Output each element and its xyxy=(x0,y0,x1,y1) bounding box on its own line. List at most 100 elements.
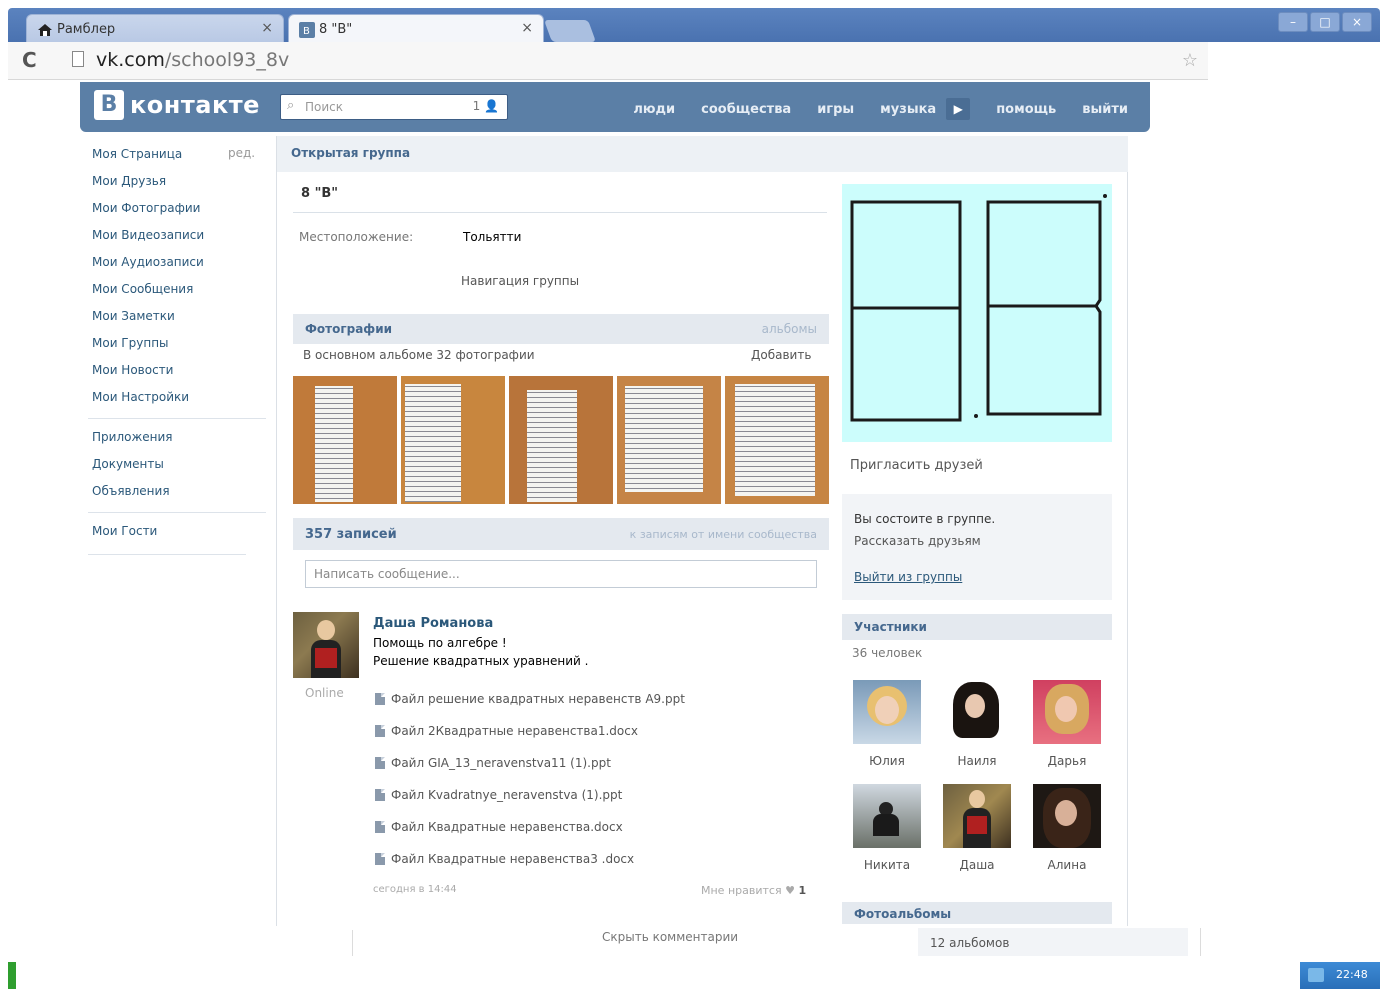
close-window-button[interactable]: × xyxy=(1342,12,1372,32)
member-card[interactable]: Наиля xyxy=(942,680,1012,768)
member-card[interactable]: Юлия xyxy=(852,680,922,768)
tab-label: 8 "В" xyxy=(319,22,353,37)
member-avatar xyxy=(853,680,921,744)
member-card[interactable]: Алина xyxy=(1032,784,1102,872)
url-input[interactable]: vk.com/school93_8v xyxy=(96,49,289,71)
menu-groups[interactable]: Мои Группы xyxy=(92,335,272,362)
photo-content xyxy=(315,386,353,502)
new-tab-button[interactable] xyxy=(543,20,597,42)
group-type-header: Открытая группа xyxy=(277,136,1128,172)
add-photo-link[interactable]: Добавить xyxy=(751,348,811,362)
tell-friends-link[interactable]: Рассказать друзьям xyxy=(854,534,981,548)
network-icon[interactable] xyxy=(1308,968,1324,982)
nav-help[interactable]: помощь xyxy=(996,102,1056,117)
member-card[interactable]: Дарья xyxy=(1032,680,1102,768)
top-nav: люди сообщества игры музыка ▶ помощь вый… xyxy=(633,98,1128,120)
reload-icon[interactable]: C xyxy=(22,48,37,72)
edit-link[interactable]: ред. xyxy=(228,146,255,160)
photo-thumbnail[interactable] xyxy=(509,376,613,504)
play-icon[interactable]: ▶ xyxy=(946,98,971,120)
url-host: vk.com xyxy=(96,49,165,71)
albums-count: 12 альбомов xyxy=(930,936,1010,950)
photo-thumbnail[interactable] xyxy=(401,376,505,504)
post-date[interactable]: сегодня в 14:44 xyxy=(373,884,457,895)
photo-thumbnail[interactable] xyxy=(617,376,721,504)
menu-apps[interactable]: Приложения xyxy=(92,429,272,456)
community-posts-link[interactable]: к записям от имени сообщества xyxy=(630,528,817,541)
posts-count[interactable]: 357 записей xyxy=(305,527,397,542)
member-avatar xyxy=(943,680,1011,744)
tab-group[interactable]: B 8 "В" × xyxy=(288,14,544,44)
menu-videos[interactable]: Мои Видеозаписи xyxy=(92,227,272,254)
file-attachment[interactable]: Файл 2Квадратные неравенства1.docx xyxy=(375,724,638,738)
group-navigation-link[interactable]: Навигация группы xyxy=(461,274,579,288)
photo-content xyxy=(735,384,815,496)
tab-rambler[interactable]: Рамблер × xyxy=(26,14,284,44)
invite-friends-link[interactable]: Пригласить друзей xyxy=(850,458,983,473)
file-icon xyxy=(375,789,385,801)
file-attachment[interactable]: Файл Kvadratnye_neravenstva (1).ppt xyxy=(375,788,622,802)
member-card[interactable]: Никита xyxy=(852,784,922,872)
browser-titlebar: Рамблер × B 8 "В" × – □ × xyxy=(8,8,1380,44)
nav-games[interactable]: игры xyxy=(817,102,854,117)
address-bar: C vk.com/school93_8v ☆ xyxy=(8,42,1208,80)
file-attachment[interactable]: Файл Квадратные неравенства.docx xyxy=(375,820,623,834)
nav-communities[interactable]: сообщества xyxy=(701,102,791,117)
file-attachment[interactable]: Файл GIA_13_neravenstva11 (1).ppt xyxy=(375,756,611,770)
group-name: 8 "В" xyxy=(301,186,339,201)
bookmark-star-icon[interactable]: ☆ xyxy=(1182,50,1198,71)
clock: 22:48 xyxy=(1336,968,1368,981)
menu-settings[interactable]: Мои Настройки xyxy=(92,389,272,416)
albums-link[interactable]: альбомы xyxy=(762,322,817,336)
photos-header[interactable]: Фотографии альбомы xyxy=(293,314,829,344)
minimize-button[interactable]: – xyxy=(1278,12,1308,32)
divider xyxy=(293,212,827,213)
compose-input[interactable]: Написать сообщение... xyxy=(305,560,817,588)
start-button[interactable] xyxy=(8,962,16,989)
menu-guests[interactable]: Мои Гости xyxy=(92,523,272,550)
participants-header[interactable]: Участники xyxy=(842,614,1112,640)
group-cover-image[interactable] xyxy=(842,184,1112,442)
member-name: Алина xyxy=(1047,858,1087,872)
menu-documents[interactable]: Документы xyxy=(92,456,272,483)
author-avatar[interactable] xyxy=(293,612,359,678)
member-avatar xyxy=(943,784,1011,848)
location-label: Местоположение: xyxy=(299,230,414,244)
leave-group-link[interactable]: Выйти из группы xyxy=(854,570,962,584)
nav-people[interactable]: люди xyxy=(633,102,675,117)
menu-notes[interactable]: Мои Заметки xyxy=(92,308,272,335)
maximize-button[interactable]: □ xyxy=(1310,12,1340,32)
location-value[interactable]: Тольятти xyxy=(463,230,521,244)
close-icon[interactable]: × xyxy=(261,20,273,36)
member-name: Даша xyxy=(959,858,995,872)
menu-audio[interactable]: Мои Аудиозаписи xyxy=(92,254,272,281)
albums-header[interactable]: Фотоальбомы xyxy=(842,902,1112,924)
post-author[interactable]: Даша Романова xyxy=(373,616,493,631)
membership-box: Вы состоите в группе. Рассказать друзьям… xyxy=(842,494,1112,600)
menu-ads[interactable]: Объявления xyxy=(92,483,272,510)
vk-logo[interactable]: В контакте xyxy=(94,90,260,120)
file-attachment[interactable]: Файл Квадратные неравенства3 .docx xyxy=(375,852,634,866)
file-attachment[interactable]: Файл решение квадратных неравенств А9.pp… xyxy=(375,692,685,706)
photo-thumbnail[interactable] xyxy=(725,376,829,504)
member-card[interactable]: Даша xyxy=(942,784,1012,872)
search-input[interactable]: ⌕ Поиск 1 👤 xyxy=(280,94,508,120)
menu-friends[interactable]: Мои Друзья xyxy=(92,173,272,200)
photo-content xyxy=(527,390,577,502)
member-avatar xyxy=(1033,784,1101,848)
albums-count-box[interactable]: 12 альбомов xyxy=(918,928,1188,956)
menu-divider xyxy=(88,512,266,513)
close-icon[interactable]: × xyxy=(521,20,533,36)
tab-label: Рамблер xyxy=(57,22,116,37)
photos-subtitle: В основном альбоме 32 фотографии xyxy=(303,348,535,362)
svg-text:B: B xyxy=(303,26,310,37)
nav-logout[interactable]: выйти xyxy=(1082,102,1128,117)
like-button[interactable]: Мне нравится ♥ 1 xyxy=(701,884,806,897)
hide-comments-link[interactable]: Скрыть комментарии xyxy=(602,930,738,944)
menu-messages[interactable]: Мои Сообщения xyxy=(92,281,272,308)
nav-music[interactable]: музыка xyxy=(880,102,936,117)
menu-news[interactable]: Мои Новости xyxy=(92,362,272,389)
file-name: Файл GIA_13_neravenstva11 (1).ppt xyxy=(391,756,611,770)
photo-thumbnail[interactable] xyxy=(293,376,397,504)
menu-photos[interactable]: Мои Фотографии xyxy=(92,200,272,227)
